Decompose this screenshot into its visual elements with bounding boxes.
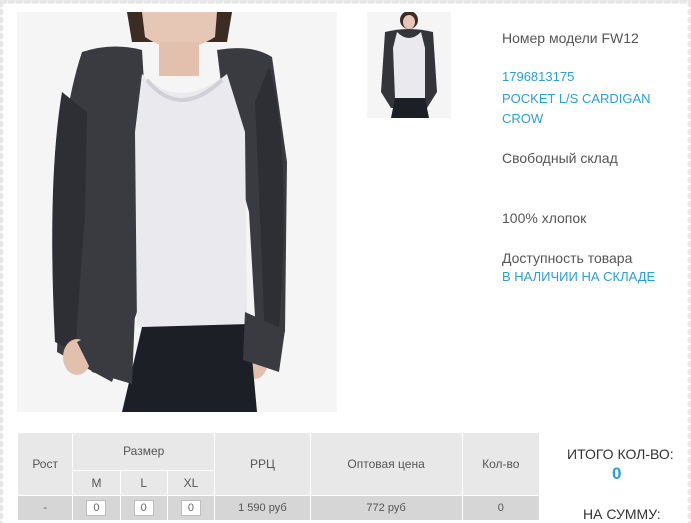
product-name-link[interactable]: POCKET L/S CARDIGAN CROW [502, 89, 677, 129]
torn-edge-right [681, 0, 691, 523]
model-number: Номер модели FW12 [502, 30, 639, 46]
table-row: - 0 0 0 1 590 руб 772 руб 0 [16, 495, 541, 521]
material: 100% хлопок [502, 210, 587, 226]
row-wholesale: 772 руб [309, 495, 463, 521]
order-table: Рост Размер РРЦ Оптовая цена Кол-во M L … [16, 432, 541, 521]
qty-input-m[interactable]: 0 [86, 500, 107, 516]
cardigan-illustration [17, 12, 337, 412]
qty-input-l[interactable]: 0 [133, 500, 154, 516]
qty-input-xl[interactable]: 0 [180, 500, 201, 516]
torn-edge-top [0, 0, 691, 10]
header-qty: Кол-во [461, 432, 541, 496]
stock-type: Свободный склад [502, 150, 618, 166]
header-size-m: M [72, 469, 121, 497]
torn-edge-left [0, 0, 10, 523]
total-qty-value: 0 [612, 464, 622, 483]
product-thumbnail[interactable] [367, 12, 451, 118]
sum-label: НА СУММУ: [583, 506, 661, 522]
row-height: - [16, 495, 74, 521]
header-wholesale: Оптовая цена [309, 432, 463, 496]
row-rrp: 1 590 руб [214, 495, 311, 521]
product-code-link[interactable]: 1796813175 [502, 69, 574, 84]
row-qty: 0 [461, 495, 541, 521]
header-height: Рост [16, 432, 74, 496]
qty-cell-xl: 0 [166, 495, 216, 521]
product-photo [17, 12, 337, 412]
header-size: Размер [72, 432, 216, 471]
availability-value: В НАЛИЧИИ НА СКЛАДЕ [502, 269, 656, 284]
qty-cell-m: 0 [72, 495, 121, 521]
header-size-l: L [119, 469, 168, 497]
cardigan-thumbnail-illustration [367, 12, 451, 118]
header-rrp: РРЦ [214, 432, 311, 496]
total-qty-label: ИТОГО КОЛ-ВО: [567, 446, 674, 462]
header-size-xl: XL [166, 469, 216, 497]
availability-label: Доступность товара [502, 250, 633, 266]
qty-cell-l: 0 [119, 495, 168, 521]
